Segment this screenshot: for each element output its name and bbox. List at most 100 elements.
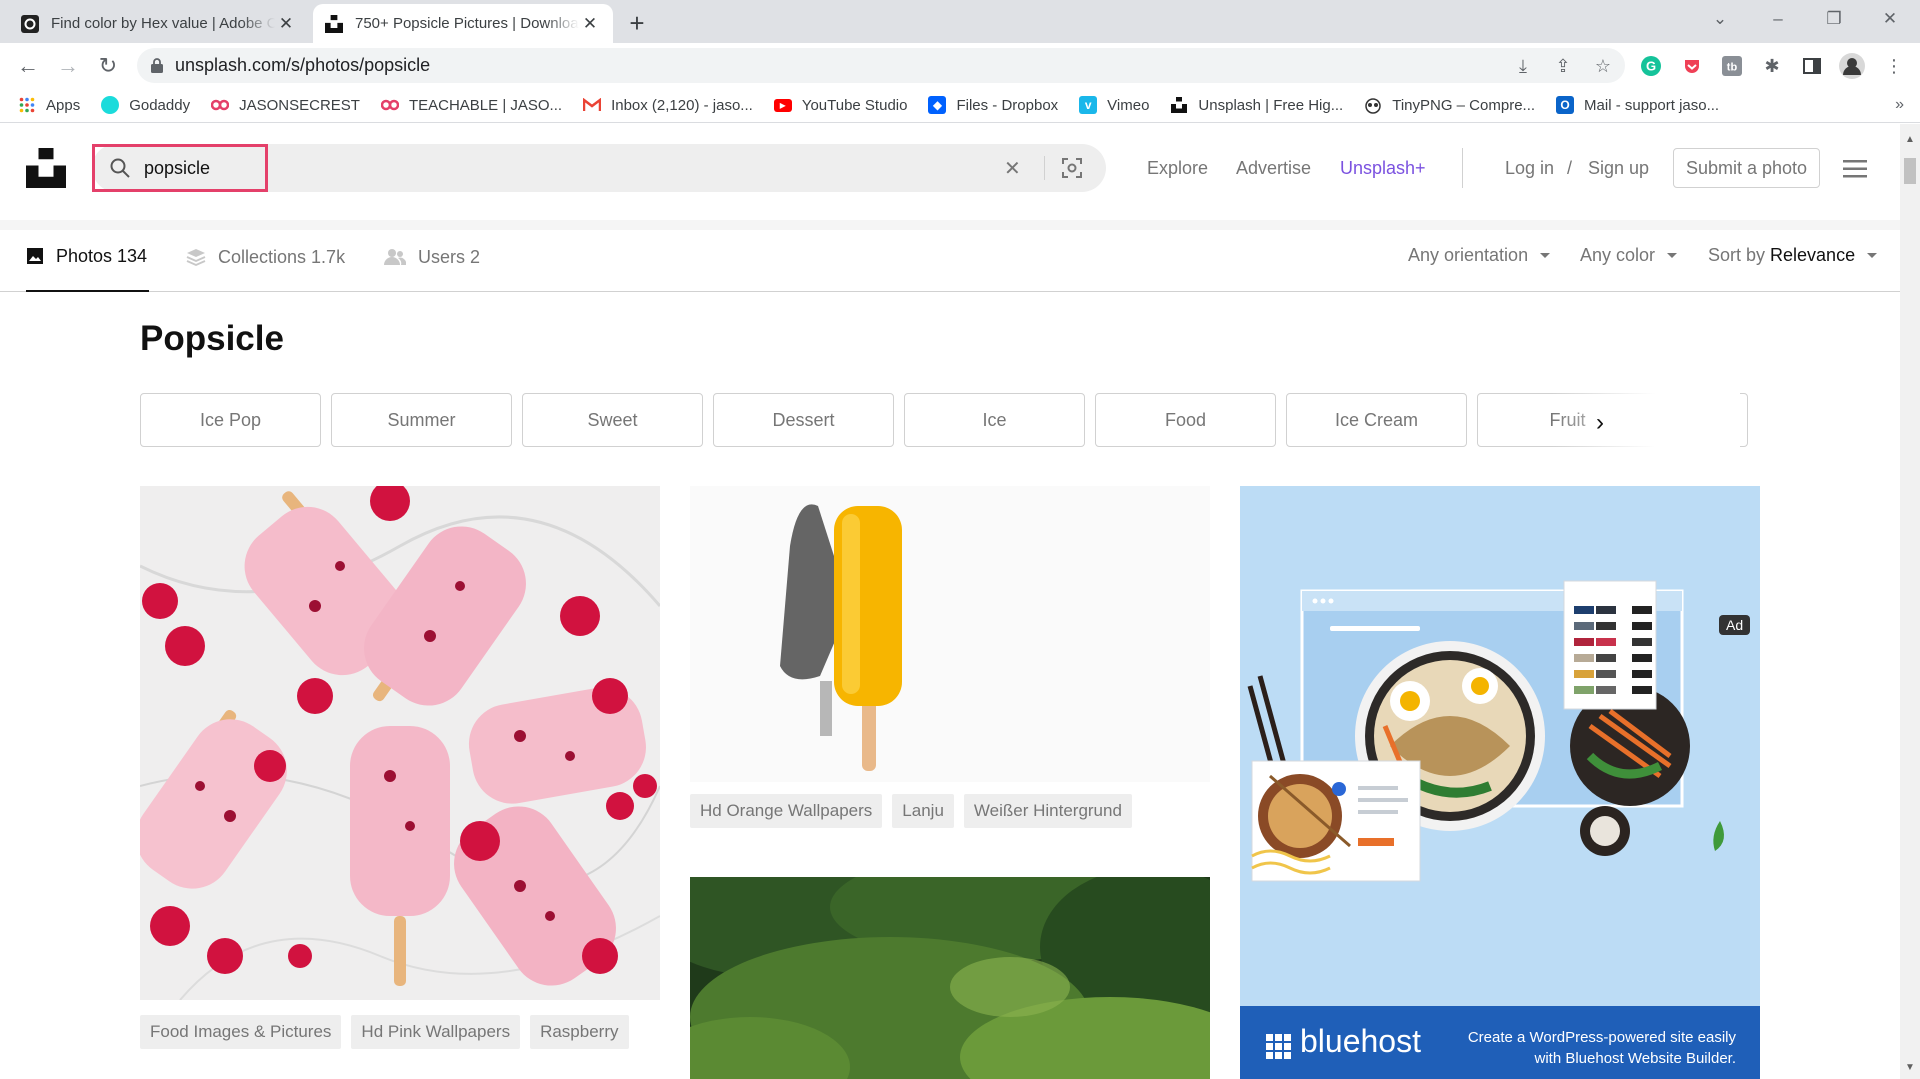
chip-sweet[interactable]: Sweet [522,393,703,447]
photo-yellow-popsicle[interactable] [690,486,1210,782]
bookmark-tinypng[interactable]: TinyPNG – Compre... [1364,96,1535,114]
tinypng-icon [1364,96,1382,114]
collections-icon [186,249,206,266]
back-button[interactable]: ← [11,49,45,83]
chip-food[interactable]: Food [1095,393,1276,447]
pocket-extension-icon[interactable] [1679,53,1705,79]
tab-photos[interactable]: Photos 134 [26,222,150,292]
tag-hd-pink-wallpapers[interactable]: Hd Pink Wallpapers [351,1015,521,1049]
chip-ice-cream[interactable]: Ice Cream [1286,393,1467,447]
forward-button[interactable]: → [51,49,85,83]
nav-slash: / [1567,158,1573,178]
chip-ice-pop[interactable]: Ice Pop [140,393,321,447]
extensions-puzzle-icon[interactable]: ✱ [1759,53,1785,79]
sort-filter[interactable]: Sort by Relevance [1708,245,1878,266]
tab-unsplash[interactable]: 750+ Popsicle Pictures | Download Free I… [313,4,613,43]
bookmark-star-icon[interactable]: ☆ [1590,53,1616,79]
install-app-icon[interactable]: ⤓ [1510,53,1536,79]
tab-title: Find color by Hex value | Adobe Color [51,15,275,32]
minimize-button[interactable]: – [1750,0,1806,38]
bookmark-label: Unsplash | Free Hig... [1198,96,1344,114]
bookmark-jasonsecrest[interactable]: JASONSECREST [211,96,360,114]
orientation-filter-label: Any orientation [1408,245,1529,265]
bookmark-label: TEACHABLE | JASO... [408,96,563,114]
hamburger-menu-icon[interactable] [1843,160,1867,178]
bookmark-label: Apps [46,96,81,114]
tag-hd-orange-wallpapers[interactable]: Hd Orange Wallpapers [690,794,883,828]
photo-green-foliage[interactable] [690,877,1210,1079]
ad-bluehost[interactable]: bluehost Create a WordPress-powered site… [1240,486,1760,1079]
chip-dessert[interactable]: Dessert [713,393,894,447]
browser-toolbar: ← → ↻ unsplash.com/s/photos/popsicle ⤓ ⇪… [0,43,1920,88]
bookmark-godaddy[interactable]: Godaddy [101,96,190,114]
clear-search-icon[interactable]: ✕ [1004,156,1021,181]
bookmark-dropbox[interactable]: ◆ Files - Dropbox [928,96,1058,114]
grammarly-extension-icon[interactable]: G [1638,53,1664,79]
color-filter[interactable]: Any color [1580,245,1678,266]
chevron-right-icon[interactable]: › [1596,409,1604,437]
chip-ice[interactable]: Ice [904,393,1085,447]
scroll-down-icon[interactable]: ▼ [1905,1062,1915,1073]
page-scrollbar[interactable]: ▲ ▼ [1900,124,1920,1079]
tab-title: 750+ Popsicle Pictures | Download Free I… [355,15,579,32]
tab-users[interactable]: Users 2 [384,222,480,292]
tab-photos-label: Photos 134 [56,245,148,266]
unsplash-logo[interactable] [26,148,66,188]
tag-raspberry[interactable]: Raspberry [530,1015,629,1049]
nav-divider [1462,148,1463,188]
reload-button[interactable]: ↻ [91,49,125,83]
outlook-icon: O [1556,96,1575,114]
search-icon[interactable] [110,158,130,178]
bookmark-apps[interactable]: Apps [18,96,80,114]
bookmark-label: Files - Dropbox [956,96,1059,114]
bookmark-unsplash[interactable]: Unsplash | Free Hig... [1170,96,1343,114]
gmail-icon [583,96,602,114]
browser-menu-icon[interactable]: ⋮ [1881,53,1907,79]
tab-search-icon[interactable]: ⌄ [1692,0,1748,38]
bookmarks-overflow-icon[interactable]: » [1895,96,1904,114]
search-input[interactable] [144,157,744,179]
share-icon[interactable]: ⇪ [1550,53,1576,79]
scrollbar-thumb[interactable] [1904,158,1916,184]
tag-food-images[interactable]: Food Images & Pictures [140,1015,342,1049]
submit-photo-button[interactable]: Submit a photo [1673,148,1820,188]
tab-users-label: Users 2 [418,246,481,267]
close-tab-icon[interactable]: ✕ [275,13,297,35]
vimeo-icon: v [1079,96,1098,114]
users-icon [384,249,406,265]
tag-lanju[interactable]: Lanju [892,794,954,828]
bookmarks-bar: Apps Godaddy JASONSECREST TEACHABLE | JA… [0,88,1920,123]
tb-extension-icon[interactable]: tb [1719,53,1745,79]
signup-link[interactable]: Sign up [1588,158,1649,179]
bookmark-label: JASONSECREST [239,96,360,114]
nav-advertise[interactable]: Advertise [1236,158,1311,179]
color-filter-label: Any color [1580,245,1656,265]
photo-tags-col1: Food Images & Pictures Hd Pink Wallpaper… [140,1015,639,1049]
site-header: ✕ Explore Advertise Unsplash+ Log in / S… [0,124,1900,220]
orientation-filter[interactable]: Any orientation [1408,245,1551,266]
visual-search-icon[interactable] [1060,156,1084,180]
bookmark-youtube-studio[interactable]: ▸ YouTube Studio [773,97,907,114]
close-window-button[interactable]: ✕ [1862,0,1918,38]
photo-icon [27,248,43,264]
profile-avatar[interactable] [1839,53,1865,79]
bookmark-teachable[interactable]: TEACHABLE | JASO... [380,96,563,114]
bookmark-outlook-mail[interactable]: O Mail - support jaso... [1556,96,1719,114]
chips-fade [1552,393,1740,447]
tab-collections[interactable]: Collections 1.7k [186,222,345,292]
bookmark-gmail[interactable]: Inbox (2,120) - jaso... [583,96,753,114]
address-bar[interactable]: unsplash.com/s/photos/popsicle [137,48,1625,83]
new-tab-button[interactable]: + [622,8,652,38]
side-panel-icon[interactable] [1799,53,1825,79]
login-link[interactable]: Log in [1505,158,1554,179]
restore-button[interactable]: ❐ [1806,0,1862,38]
bookmark-vimeo[interactable]: v Vimeo [1079,96,1149,114]
scroll-up-icon[interactable]: ▲ [1905,134,1915,145]
tab-adobe-color[interactable]: Find color by Hex value | Adobe Color ✕ [9,4,309,43]
nav-explore[interactable]: Explore [1147,158,1208,179]
chip-summer[interactable]: Summer [331,393,512,447]
photo-pink-popsicles[interactable] [140,486,660,1000]
close-tab-icon[interactable]: ✕ [579,13,601,35]
nav-unsplash-plus[interactable]: Unsplash+ [1340,158,1426,179]
tag-weisser-hintergrund[interactable]: Weißer Hintergrund [963,794,1132,828]
